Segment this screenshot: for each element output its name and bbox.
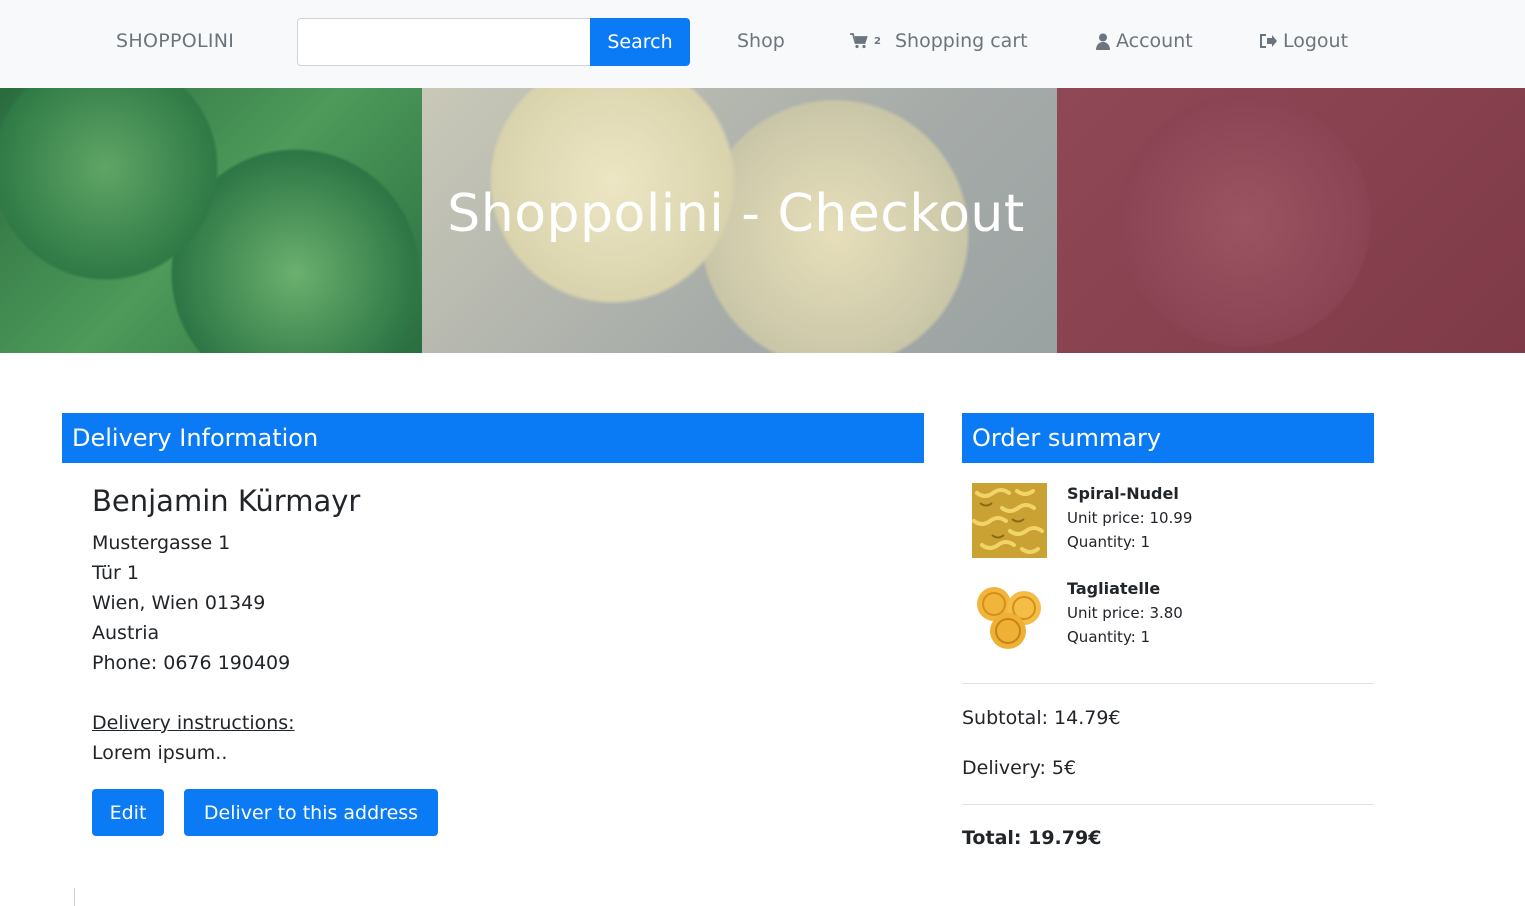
address-country: Austria: [92, 622, 160, 644]
nav-shop-link[interactable]: Shop: [737, 30, 785, 52]
address-street: Mustergasse 1: [92, 532, 231, 554]
order-total: Total: 19.79€: [962, 827, 1102, 849]
delivery-info-header: Delivery Information: [62, 413, 924, 463]
nav-logout-label: Logout: [1283, 30, 1349, 52]
order-summary-header: Order summary: [962, 413, 1374, 463]
nav-cart-label: Shopping cart: [894, 30, 1028, 52]
product-unit-price: Unit price: 3.80: [1067, 604, 1183, 622]
address-phone: Phone: 0676 190409: [92, 652, 291, 674]
divider: [962, 804, 1374, 805]
product-name: Tagliatelle: [1067, 579, 1161, 598]
product-name: Spiral-Nudel: [1067, 484, 1179, 503]
product-quantity: Quantity: 1: [1067, 628, 1151, 646]
delivery-cost: Delivery: 5€: [962, 757, 1077, 779]
divider: [74, 888, 75, 906]
search-button[interactable]: Search: [590, 18, 690, 66]
delivery-instructions-text: Lorem ipsum..: [92, 742, 228, 764]
product-unit-price: Unit price: 10.99: [1067, 509, 1193, 527]
hero-banner: Shoppolini - Checkout: [0, 88, 1525, 353]
nav-shop-label: Shop: [737, 30, 785, 52]
user-icon: [1096, 33, 1110, 50]
nav-account-label: Account: [1116, 30, 1193, 52]
nav-cart-link[interactable]: 2 Shopping cart: [850, 30, 1028, 52]
brand-logo[interactable]: SHOPPOLINI: [116, 30, 234, 52]
product-quantity: Quantity: 1: [1067, 533, 1151, 551]
logout-icon: [1259, 33, 1277, 49]
divider: [962, 683, 1374, 684]
product-thumbnail: [972, 483, 1047, 558]
edit-button[interactable]: Edit: [92, 789, 164, 836]
navbar: SHOPPOLINI Search Shop 2 Shopping cart A…: [0, 0, 1525, 88]
search-input[interactable]: [297, 18, 591, 66]
page-title: Shoppolini - Checkout: [447, 184, 1025, 244]
customer-name: Benjamin Kürmayr: [92, 484, 361, 518]
address-city: Wien, Wien 01349: [92, 592, 266, 614]
nav-logout-link[interactable]: Logout: [1259, 30, 1348, 52]
nav-account-link[interactable]: Account: [1096, 30, 1193, 52]
subtotal: Subtotal: 14.79€: [962, 707, 1121, 729]
cart-count-badge: 2: [874, 35, 881, 47]
product-thumbnail: [972, 578, 1047, 653]
shopping-cart-icon: [850, 33, 868, 49]
delivery-instructions-label: Delivery instructions:: [92, 712, 295, 734]
deliver-to-address-button[interactable]: Deliver to this address: [184, 789, 438, 836]
address-door: Tür 1: [92, 562, 139, 584]
